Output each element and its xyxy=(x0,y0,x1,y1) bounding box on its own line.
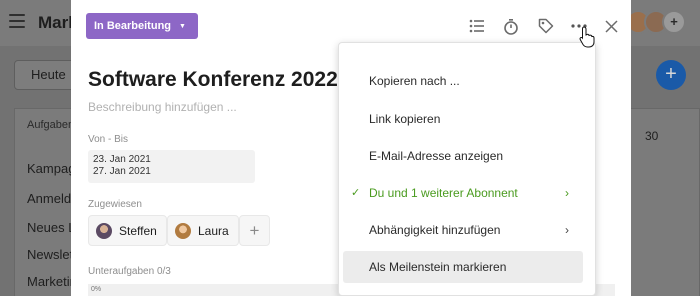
menu-item-label: Kopieren nach ... xyxy=(369,74,460,88)
timer-icon[interactable] xyxy=(502,17,520,35)
chevron-right-icon: › xyxy=(565,186,569,200)
status-dropdown[interactable]: In Bearbeitung ▼ xyxy=(86,13,198,39)
list-icon[interactable] xyxy=(468,17,486,35)
subtasks-label: Unteraufgaben 0/3 xyxy=(88,266,171,277)
dates-label: Von - Bis xyxy=(88,134,129,145)
avatar xyxy=(175,222,191,239)
assignee-laura[interactable]: Laura xyxy=(167,215,239,246)
table-row[interactable]: Neues L xyxy=(27,220,75,235)
tag-icon[interactable] xyxy=(537,17,555,35)
menu-item-label: Abhängigkeit hinzufügen xyxy=(369,223,501,237)
menu-item-subscribers[interactable]: ✓ Du und 1 weiterer Abonnent › xyxy=(343,177,583,209)
subtasks-title: Unteraufgaben xyxy=(88,266,155,277)
close-icon[interactable] xyxy=(602,17,620,35)
menu-item-label: E-Mail-Adresse anzeigen xyxy=(369,149,504,163)
assigned-label: Zugewiesen xyxy=(88,199,142,210)
add-task-button[interactable]: + xyxy=(656,60,686,90)
menu-item-mark-milestone[interactable]: Als Meilenstein markieren xyxy=(343,251,583,283)
column-header: Aufgaben xyxy=(27,119,75,131)
date-from: 23. Jan 2021 xyxy=(93,154,151,165)
add-member-button[interactable]: + xyxy=(662,10,686,34)
add-assignee-button[interactable]: + xyxy=(239,215,270,246)
menu-item-show-email[interactable]: E-Mail-Adresse anzeigen xyxy=(343,140,583,172)
menu-item-copy-to[interactable]: Kopieren nach ... xyxy=(343,65,583,97)
hamburger-icon[interactable] xyxy=(9,14,25,28)
menu-item-label: Du und 1 weiterer Abonnent xyxy=(369,186,518,200)
chevron-right-icon: › xyxy=(565,223,569,237)
subtasks-count: 0/3 xyxy=(156,266,171,277)
table-row[interactable]: Anmeld xyxy=(27,191,71,206)
assignee-steffen[interactable]: Steffen xyxy=(88,215,167,246)
assignee-name: Laura xyxy=(198,223,229,238)
progress-text: 0% xyxy=(91,286,102,293)
date-to: 27. Jan 2021 xyxy=(93,166,151,177)
cursor-icon xyxy=(579,26,595,48)
description-field[interactable]: Beschreibung hinzufügen ... xyxy=(88,100,237,114)
team-avatars[interactable]: + xyxy=(626,10,686,34)
status-label: In Bearbeitung xyxy=(94,20,172,32)
assignee-name: Steffen xyxy=(119,223,157,238)
menu-item-label: Als Meilenstein markieren xyxy=(369,260,507,274)
task-title[interactable]: Software Konferenz 2022 xyxy=(88,68,338,92)
menu-item-copy-link[interactable]: Link kopieren xyxy=(343,103,583,135)
table-row[interactable]: Newslet xyxy=(27,247,73,262)
date-range-field[interactable]: 23. Jan 2021 27. Jan 2021 xyxy=(88,150,255,183)
more-options-menu: Kopieren nach ... Link kopieren E-Mail-A… xyxy=(338,42,596,296)
day-number: 30 xyxy=(645,129,659,143)
menu-item-add-dependency[interactable]: Abhängigkeit hinzufügen › xyxy=(343,214,583,246)
caret-down-icon: ▼ xyxy=(179,22,186,30)
menu-item-label: Link kopieren xyxy=(369,112,441,126)
avatar xyxy=(96,222,112,239)
check-icon: ✓ xyxy=(351,187,361,199)
table-row[interactable]: Kampag xyxy=(27,161,75,176)
table-row[interactable]: Marketin xyxy=(27,274,77,289)
